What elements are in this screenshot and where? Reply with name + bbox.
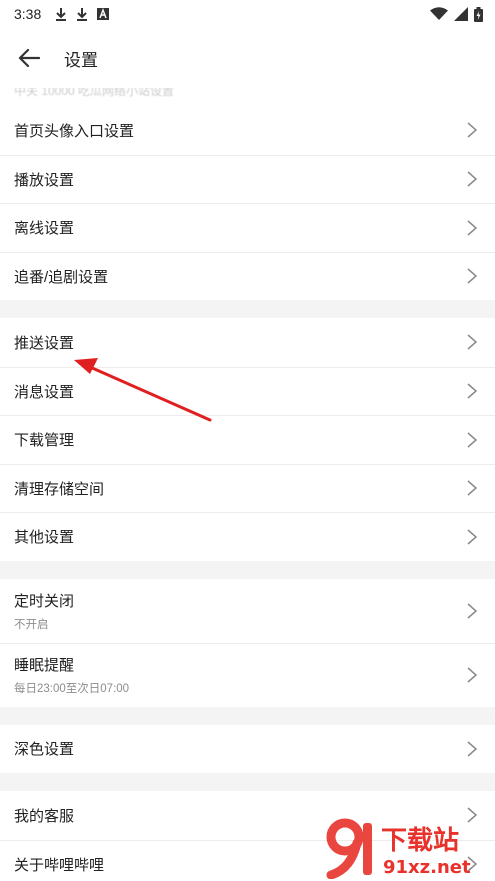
item-label: 我的客服 bbox=[14, 807, 75, 825]
status-bar: 3:38 bbox=[0, 0, 495, 28]
chevron-right-icon bbox=[467, 171, 478, 187]
wifi-icon bbox=[430, 7, 448, 20]
item-label: 下载管理 bbox=[14, 432, 75, 450]
group-divider bbox=[0, 300, 495, 318]
chevron-right-icon bbox=[467, 741, 478, 757]
settings-item-dark-mode[interactable]: 深色设置 bbox=[0, 725, 495, 774]
partial-row: 中关 10000 吃瓜网络小站设置 bbox=[0, 88, 495, 106]
group-divider bbox=[0, 560, 495, 579]
status-left-icons bbox=[55, 7, 110, 21]
chevron-right-icon bbox=[467, 602, 478, 619]
item-label: 清理存储空间 bbox=[14, 480, 105, 498]
settings-group-2: 推送设置 消息设置 下载管理 清理存储空间 其他设置 bbox=[0, 318, 495, 561]
settings-group-4: 深色设置 bbox=[0, 724, 495, 774]
chevron-right-icon bbox=[467, 122, 478, 138]
settings-item-avatar-entry[interactable]: 首页头像入口设置 bbox=[0, 106, 495, 155]
item-label: 消息设置 bbox=[14, 383, 75, 401]
watermark-logo: 下载站 91xz.net bbox=[326, 818, 471, 879]
item-texts: 睡眠提醒 每日23:00至次日07:00 bbox=[14, 654, 129, 696]
chevron-right-icon bbox=[467, 220, 478, 236]
chevron-right-icon bbox=[467, 529, 478, 545]
settings-item-clear-storage[interactable]: 清理存储空间 bbox=[0, 463, 495, 513]
arrow-left-icon[interactable] bbox=[18, 49, 40, 67]
chevron-right-icon bbox=[467, 383, 478, 399]
item-subtitle: 每日23:00至次日07:00 bbox=[14, 683, 130, 695]
settings-item-offline[interactable]: 离线设置 bbox=[0, 203, 495, 252]
settings-item-playback[interactable]: 播放设置 bbox=[0, 154, 495, 204]
page-title: 设置 bbox=[64, 50, 98, 70]
settings-item-other[interactable]: 其他设置 bbox=[0, 512, 495, 561]
settings-group-3: 定时关闭 不开启 睡眠提醒 每日23:00至次日07:00 bbox=[0, 578, 495, 707]
item-label: 关于哔哩哔哩 bbox=[14, 856, 105, 874]
item-label: 其他设置 bbox=[14, 529, 75, 547]
settings-item-sleep-reminder[interactable]: 睡眠提醒 每日23:00至次日07:00 bbox=[0, 642, 495, 707]
download-icon bbox=[56, 8, 67, 21]
settings-item-push[interactable]: 推送设置 bbox=[0, 318, 495, 367]
item-label: 深色设置 bbox=[14, 741, 75, 759]
status-time: 3:38 bbox=[14, 6, 42, 22]
app-bar: 设置 bbox=[0, 28, 495, 88]
chevron-right-icon bbox=[467, 667, 478, 683]
chevron-right-icon bbox=[467, 268, 478, 284]
item-label: 推送设置 bbox=[14, 334, 75, 352]
chevron-right-icon bbox=[467, 334, 478, 350]
item-subtitle: 不开启 bbox=[14, 618, 49, 631]
chevron-right-icon bbox=[467, 480, 478, 496]
battery-icon bbox=[474, 6, 483, 22]
partial-row-text: 中关 10000 吃瓜网络小站设置 bbox=[14, 88, 175, 98]
settings-group-1: 首页头像入口设置 播放设置 离线设置 追番/追剧设置 bbox=[0, 106, 495, 300]
item-label: 定时关闭 bbox=[14, 592, 75, 610]
signal-icon bbox=[454, 7, 468, 21]
item-label: 播放设置 bbox=[14, 171, 75, 189]
watermark-url: 91xz.net bbox=[383, 857, 471, 878]
chevron-right-icon bbox=[467, 432, 478, 448]
status-right-icons bbox=[430, 6, 483, 22]
settings-item-sleep-timer[interactable]: 定时关闭 不开启 bbox=[0, 579, 495, 643]
item-texts: 定时关闭 不开启 bbox=[14, 590, 74, 632]
group-divider bbox=[0, 773, 495, 791]
item-label: 离线设置 bbox=[14, 220, 75, 238]
watermark-text: 下载站 bbox=[381, 826, 459, 856]
item-label: 追番/追剧设置 bbox=[14, 268, 109, 286]
settings-item-downloads[interactable]: 下载管理 bbox=[0, 415, 495, 464]
item-label: 首页头像入口设置 bbox=[14, 122, 135, 140]
settings-item-follow[interactable]: 追番/追剧设置 bbox=[0, 251, 495, 301]
item-label: 睡眠提醒 bbox=[14, 657, 75, 674]
text-a-icon bbox=[97, 8, 110, 20]
group-divider bbox=[0, 706, 495, 725]
settings-item-messages[interactable]: 消息设置 bbox=[0, 366, 495, 416]
download-icon bbox=[77, 8, 88, 21]
